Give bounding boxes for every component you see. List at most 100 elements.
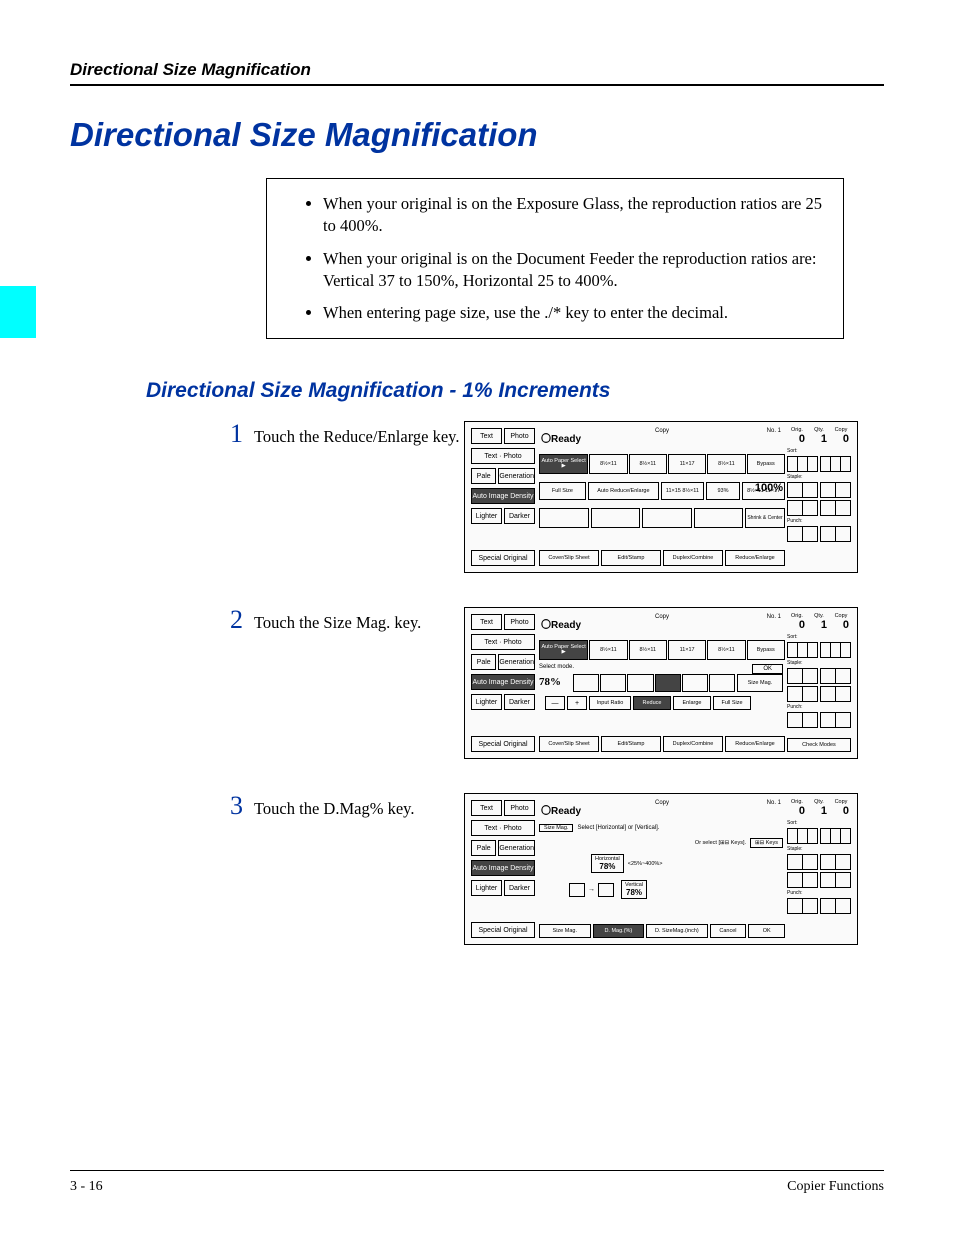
staple-option[interactable] xyxy=(820,500,851,516)
pale-button[interactable]: Pale xyxy=(471,840,496,856)
paper-tray-button[interactable]: 8½×11 xyxy=(629,640,667,660)
staple-option[interactable] xyxy=(820,854,851,870)
edit-stamp-button[interactable]: Edit/Stamp xyxy=(601,736,661,752)
pale-button[interactable]: Pale xyxy=(471,654,496,670)
staple-option[interactable] xyxy=(820,482,851,498)
reduce-button[interactable]: Reduce xyxy=(633,696,671,710)
darker-button[interactable]: Darker xyxy=(504,880,535,896)
staple-option[interactable] xyxy=(787,872,818,888)
d-size-mag-inch-button[interactable]: D. SizeMag.(inch) xyxy=(646,924,707,938)
ratio-preset-button[interactable]: 11×15 8½×11 xyxy=(661,482,704,500)
punch-option[interactable] xyxy=(787,898,818,914)
darker-button[interactable]: Darker xyxy=(504,508,535,524)
ratio-preset-button[interactable] xyxy=(682,674,708,692)
stack-option[interactable] xyxy=(820,456,851,472)
duplex-combine-button[interactable]: Duplex/Combine xyxy=(663,736,723,752)
cancel-button[interactable]: Cancel xyxy=(710,924,747,938)
ratio-preset-button[interactable] xyxy=(709,674,735,692)
punch-option[interactable] xyxy=(820,712,851,728)
text-button[interactable]: Text xyxy=(471,614,502,630)
sort-option[interactable] xyxy=(787,456,818,472)
ratio-preset-button[interactable] xyxy=(600,674,626,692)
auto-paper-select-button[interactable]: Auto Paper Select ▶ xyxy=(539,640,588,660)
ratio-preset-button[interactable] xyxy=(573,674,599,692)
paper-tray-button[interactable]: 8½×11 xyxy=(707,454,745,474)
cover-slip-sheet-button[interactable]: Cover/Slip Sheet xyxy=(539,550,599,566)
punch-option[interactable] xyxy=(820,526,851,542)
sort-option[interactable] xyxy=(787,828,818,844)
stack-option[interactable] xyxy=(820,828,851,844)
generation-button[interactable]: Generation xyxy=(498,840,535,856)
staple-option[interactable] xyxy=(787,482,818,498)
staple-option[interactable] xyxy=(787,686,818,702)
lighter-button[interactable]: Lighter xyxy=(471,508,502,524)
auto-image-density-button[interactable]: Auto Image Density xyxy=(471,860,535,876)
full-size-button[interactable]: Full Size xyxy=(539,482,586,500)
bypass-button[interactable]: Bypass xyxy=(747,454,785,474)
staple-option[interactable] xyxy=(820,872,851,888)
photo-button[interactable]: Photo xyxy=(504,800,535,816)
special-original-button[interactable]: Special Original xyxy=(471,922,535,938)
photo-button[interactable]: Photo xyxy=(504,614,535,630)
full-size-button[interactable]: Full Size xyxy=(713,696,751,710)
paper-tray-button[interactable]: 11×17 xyxy=(668,640,706,660)
staple-option[interactable] xyxy=(787,500,818,516)
ratio-preset-button[interactable] xyxy=(655,674,681,692)
duplex-icon-button[interactable] xyxy=(539,508,589,528)
photo-button[interactable]: Photo xyxy=(504,428,535,444)
input-ratio-button[interactable]: Input Ratio xyxy=(589,696,631,710)
enlarge-button[interactable]: Enlarge xyxy=(673,696,711,710)
ok-button[interactable]: OK xyxy=(752,664,783,674)
reduce-enlarge-button[interactable]: Reduce/Enlarge xyxy=(725,736,785,752)
horizontal-button[interactable]: Horizontal 78% xyxy=(591,854,624,873)
auto-image-density-button[interactable]: Auto Image Density xyxy=(471,674,535,690)
punch-option[interactable] xyxy=(787,526,818,542)
d-mag-percent-button[interactable]: D. Mag.(%) xyxy=(593,924,645,938)
text-button[interactable]: Text xyxy=(471,800,502,816)
bypass-button[interactable]: Bypass xyxy=(747,640,785,660)
ratio-preset-button[interactable] xyxy=(627,674,653,692)
darker-button[interactable]: Darker xyxy=(504,694,535,710)
ok-button[interactable]: OK xyxy=(748,924,785,938)
generation-button[interactable]: Generation xyxy=(498,654,535,670)
generation-button[interactable]: Generation xyxy=(498,468,535,484)
special-original-button[interactable]: Special Original xyxy=(471,736,535,752)
text-photo-button[interactable]: Text · Photo xyxy=(471,448,535,464)
lighter-button[interactable]: Lighter xyxy=(471,694,502,710)
staple-option[interactable] xyxy=(787,668,818,684)
stack-option[interactable] xyxy=(820,642,851,658)
staple-option[interactable] xyxy=(820,668,851,684)
auto-reduce-enlarge-button[interactable]: Auto Reduce/Enlarge xyxy=(588,482,659,500)
minus-button[interactable]: — xyxy=(545,696,565,710)
paper-tray-button[interactable]: 8½×11 xyxy=(589,640,627,660)
check-modes-button[interactable]: Check Modes xyxy=(787,738,851,752)
special-original-button[interactable]: Special Original xyxy=(471,550,535,566)
size-mag-button[interactable]: Size Mag. xyxy=(737,674,783,692)
paper-tray-button[interactable]: 8½×11 xyxy=(629,454,667,474)
staple-option[interactable] xyxy=(787,854,818,870)
paper-tray-button[interactable]: 11×17 xyxy=(668,454,706,474)
reduce-enlarge-button[interactable]: Reduce/Enlarge xyxy=(725,550,785,566)
duplex-icon-button[interactable] xyxy=(591,508,641,528)
auto-paper-select-button[interactable]: Auto Paper Select ▶ xyxy=(539,454,588,474)
duplex-icon-button[interactable] xyxy=(694,508,744,528)
shrink-center-button[interactable]: Shrink & Center xyxy=(745,508,785,528)
text-button[interactable]: Text xyxy=(471,428,502,444)
staple-option[interactable] xyxy=(820,686,851,702)
punch-option[interactable] xyxy=(787,712,818,728)
duplex-combine-button[interactable]: Duplex/Combine xyxy=(663,550,723,566)
vertical-button[interactable]: Vertical 78% xyxy=(621,880,647,899)
cover-slip-sheet-button[interactable]: Cover/Slip Sheet xyxy=(539,736,599,752)
auto-image-density-button[interactable]: Auto Image Density xyxy=(471,488,535,504)
duplex-icon-button[interactable] xyxy=(642,508,692,528)
paper-tray-button[interactable]: 8½×11 xyxy=(589,454,627,474)
punch-option[interactable] xyxy=(820,898,851,914)
text-photo-button[interactable]: Text · Photo xyxy=(471,820,535,836)
lighter-button[interactable]: Lighter xyxy=(471,880,502,896)
pale-button[interactable]: Pale xyxy=(471,468,496,484)
text-photo-button[interactable]: Text · Photo xyxy=(471,634,535,650)
keys-button[interactable]: ⊞⊟ Keys xyxy=(750,838,783,848)
paper-tray-button[interactable]: 8½×11 xyxy=(707,640,745,660)
sort-option[interactable] xyxy=(787,642,818,658)
plus-button[interactable]: + xyxy=(567,696,587,710)
